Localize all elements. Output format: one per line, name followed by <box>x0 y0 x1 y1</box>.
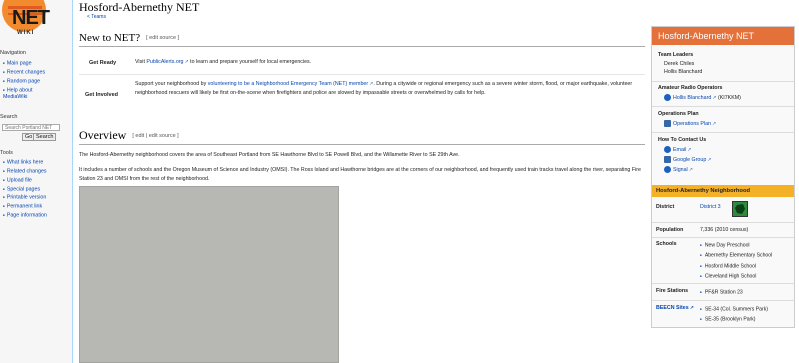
breadcrumb[interactable]: < Teams <box>87 14 106 20</box>
contact-email-row: Email <box>664 146 691 153</box>
nav-item-random-page[interactable]: Random page <box>3 77 58 86</box>
school-item: Cleveland High School <box>700 271 772 281</box>
signal-icon <box>664 166 671 173</box>
logo-sub-text: WIKI <box>17 30 35 36</box>
email-icon <box>664 146 671 153</box>
map-shape <box>735 204 745 214</box>
tool-printable-version[interactable]: Printable version <box>3 193 47 202</box>
ham-operator-link[interactable]: Hollis Blanchard <box>673 95 716 101</box>
fire-stations-label: Fire Stations <box>656 288 689 294</box>
overview-heading: Overview [ edit | edit source ] <box>79 128 179 143</box>
email-link[interactable]: Email <box>673 147 691 153</box>
tool-permanent-link[interactable]: Permanent link <box>3 202 47 211</box>
schools-label: Schools <box>656 241 677 247</box>
population-label: Population <box>656 227 684 233</box>
beecn-list: SE-34 (Col. Summers Park) SE-35 (Brookly… <box>700 304 768 325</box>
get-ready-pre: Visit <box>135 59 147 65</box>
tools-heading: Tools <box>0 150 13 156</box>
neighborhood-divider <box>652 222 794 223</box>
tool-page-information[interactable]: Page information <box>3 211 47 220</box>
edit-links[interactable]: [ edit | edit source ] <box>132 133 178 139</box>
contact-heading: How To Contact Us <box>658 137 707 143</box>
school-item: New Day Preschool <box>700 240 772 250</box>
ops-heading: Operations Plan <box>658 111 699 117</box>
main-content: Hosford-Abernethy NET < Teams New to NET… <box>72 0 799 363</box>
neighborhood-divider <box>652 237 794 238</box>
document-icon <box>664 120 671 127</box>
ham-operator: Hollis Blanchard (KI7KKM) <box>664 94 741 101</box>
get-ready-post: to learn and prepare yourself for local … <box>188 59 312 65</box>
tool-related-changes[interactable]: Related changes <box>3 167 47 176</box>
get-involved-text: Support your neighborhood by volunteerin… <box>135 80 640 98</box>
group-icon <box>664 156 671 163</box>
section-title: New to NET? <box>79 32 141 44</box>
ops-plan-link[interactable]: Operations Plan <box>673 121 716 127</box>
page-title: Hosford-Abernethy NET <box>79 0 200 14</box>
neighborhood-divider <box>652 283 794 284</box>
fire-stations-list: PF&R Station 23 <box>700 287 743 297</box>
ops-plan-row: Operations Plan <box>664 120 716 127</box>
team-leader-1: Derek Chiles <box>664 61 695 67</box>
google-group-link[interactable]: Google Group <box>673 157 711 163</box>
district-link[interactable]: District 3 <box>700 204 721 210</box>
overview-paragraph-1: The Hosford-Abernethy neighborhood cover… <box>79 152 460 158</box>
team-leader-2: Hollis Blanchard <box>664 69 703 75</box>
infobox-divider <box>652 106 794 107</box>
site-logo[interactable]: NET WIKI <box>0 0 62 44</box>
contact-group-row: Google Group <box>664 156 711 163</box>
ham-callsign: (KI7KKM) <box>716 94 741 101</box>
schools-list: New Day Preschool Abernethy Elementary S… <box>700 240 772 281</box>
nav-list: Main page Recent changes Random page Hel… <box>3 59 58 100</box>
new-to-net-heading: New to NET? [ edit source ] <box>79 32 179 44</box>
tools-list: What links here Related changes Upload f… <box>3 158 47 220</box>
section-divider <box>79 46 645 47</box>
infobox-divider <box>652 81 794 82</box>
get-ready-label: Get Ready <box>89 60 117 66</box>
school-item: Abernethy Elementary School <box>700 250 772 260</box>
beecn-item: SE-35 (Brooklyn Park) <box>700 314 768 324</box>
team-infobox: Hosford-Abernethy NET Team Leaders Derek… <box>651 26 795 328</box>
publicalerts-link[interactable]: PublicAlerts.org <box>146 59 188 65</box>
edit-source-link[interactable]: [ edit source ] <box>146 35 179 41</box>
beecn-item: SE-34 (Col. Summers Park) <box>700 304 768 314</box>
team-photo[interactable] <box>79 186 339 363</box>
signal-link[interactable]: Signal <box>673 167 693 173</box>
ham-heading: Amateur Radio Operators <box>658 85 723 91</box>
logo-text: NET <box>12 7 50 29</box>
row-divider <box>79 74 645 75</box>
population-value: 7,336 (2010 census) <box>700 227 749 233</box>
district-label: District <box>656 204 675 210</box>
beecn-sites-link[interactable]: BEECN Sites <box>656 305 694 311</box>
neighborhood-title: Hosford-Abernethy Neighborhood <box>652 185 794 197</box>
volunteer-link[interactable]: volunteering to be a Neighborhood Emerge… <box>208 81 374 87</box>
contact-signal-row: Signal <box>664 166 693 173</box>
overview-paragraph-2: It includes a number of schools and the … <box>79 167 641 182</box>
get-ready-text: Visit PublicAlerts.org to learn and prep… <box>135 58 640 67</box>
search-input[interactable] <box>2 124 60 131</box>
infobox-title: Hosford-Abernethy NET <box>652 27 794 45</box>
search-heading: Search <box>0 114 18 120</box>
nav-item-main-page[interactable]: Main page <box>3 59 58 68</box>
nav-item-recent-changes[interactable]: Recent changes <box>3 68 58 77</box>
tool-upload-file[interactable]: Upload file <box>3 176 47 185</box>
tool-what-links-here[interactable]: What links here <box>3 158 47 167</box>
nav-item-help-label: Help about MediaWiki <box>3 87 33 100</box>
nav-heading: Navigation <box>0 50 26 56</box>
section-title: Overview <box>79 128 127 142</box>
fire-station-item: PF&R Station 23 <box>700 287 743 297</box>
section-divider <box>79 144 645 145</box>
get-involved-pre: Support your neighborhood by <box>135 81 208 87</box>
search-button[interactable]: Search <box>33 133 57 141</box>
neighborhood-divider <box>652 300 794 301</box>
team-leaders-heading: Team Leaders <box>658 52 694 58</box>
school-item: Hosford Middle School <box>700 261 772 271</box>
sidebar: NET WIKI Navigation Main page Recent cha… <box>0 0 72 363</box>
district-map-icon <box>732 201 748 217</box>
get-involved-label: Get Involved <box>85 92 119 98</box>
infobox-divider <box>652 132 794 133</box>
tool-special-pages[interactable]: Special pages <box>3 185 47 194</box>
nav-item-help[interactable]: Help about MediaWiki <box>3 86 58 101</box>
user-icon <box>664 94 671 101</box>
